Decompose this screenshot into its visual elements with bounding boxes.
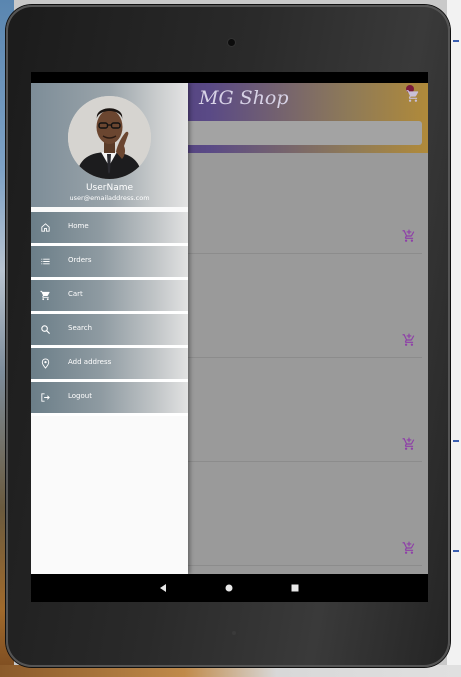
back-icon[interactable] — [157, 582, 169, 594]
drawer-item-label: Orders — [68, 256, 92, 264]
search-icon — [41, 325, 51, 335]
drawer-item-orders[interactable]: Orders — [31, 246, 188, 280]
home-icon — [41, 223, 50, 232]
cart-icon[interactable] — [406, 89, 420, 103]
avatar — [68, 96, 151, 179]
add-to-cart-icon[interactable] — [402, 229, 416, 243]
cart-icon — [40, 290, 50, 301]
drawer-item-label: Cart — [68, 290, 83, 298]
drawer-header: UserName user@emailaddress.com — [31, 83, 188, 207]
location-pin-icon — [41, 358, 50, 369]
status-bar — [31, 72, 428, 83]
tablet-sensor — [232, 631, 236, 635]
add-to-cart-icon[interactable] — [402, 333, 416, 347]
drawer-item-search[interactable]: Search — [31, 314, 188, 348]
navigation-drawer: UserName user@emailaddress.com Home Orde… — [31, 83, 188, 574]
add-to-cart-icon[interactable] — [402, 437, 416, 451]
drawer-item-label: Logout — [68, 392, 92, 400]
app-window: MG Shop UserName user@emailaddress.com H… — [31, 83, 428, 574]
user-email: user@emailaddress.com — [69, 194, 150, 202]
app-title: MG Shop — [199, 87, 289, 109]
drawer-item-label: Search — [68, 324, 93, 332]
logout-icon — [41, 393, 50, 402]
avatar-portrait-icon — [68, 96, 151, 179]
device-screen: MG Shop UserName user@emailaddress.com H… — [31, 72, 428, 602]
drawer-item-label: Home — [68, 222, 89, 230]
list-icon — [41, 258, 50, 265]
drawer-item-logout[interactable]: Logout — [31, 382, 188, 416]
add-to-cart-icon[interactable] — [402, 541, 416, 555]
drawer-item-add-address[interactable]: Add address — [31, 348, 188, 382]
recents-icon[interactable] — [289, 582, 301, 594]
system-navigation-bar — [31, 574, 428, 602]
front-camera — [228, 39, 235, 46]
drawer-item-cart[interactable]: Cart — [31, 280, 188, 314]
home-button-icon[interactable] — [223, 582, 235, 594]
drawer-item-home[interactable]: Home — [31, 212, 188, 246]
drawer-item-label: Add address — [68, 358, 112, 366]
user-name: UserName — [85, 183, 134, 193]
